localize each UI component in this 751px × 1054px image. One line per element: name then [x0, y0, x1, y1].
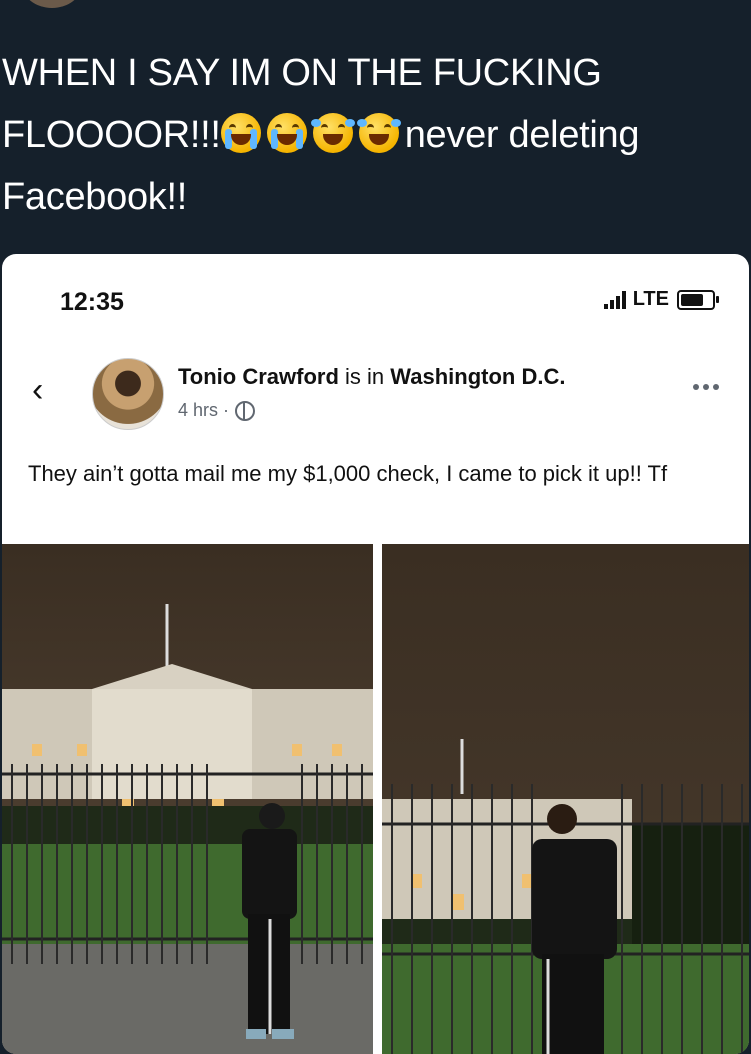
white-house-night-photo-1 — [2, 544, 373, 1054]
white-house-night-photo-2 — [382, 544, 749, 1054]
check-in-text: is in — [345, 364, 385, 389]
author-profile-picture[interactable] — [92, 358, 164, 430]
loudly-crying-face-icon — [220, 113, 261, 153]
post-meta: 4 hrs · — [178, 400, 256, 421]
status-bar-indicators: LTE — [603, 288, 719, 311]
tweet-line-2-end: never deleting — [404, 114, 640, 156]
tweet-text: WHEN I SAY IM ON THE FUCKING FLOOOOR!!! n… — [2, 42, 747, 228]
public-globe-icon — [235, 400, 256, 421]
battery-icon — [677, 289, 719, 310]
face-with-tears-of-joy-icon — [310, 113, 355, 153]
signal-strength-icon — [603, 290, 626, 309]
tweet-line-2: FLOOOOR!!! never deleting — [2, 104, 747, 166]
post-header: Tonio Crawford is in Washington D.C. — [178, 364, 565, 390]
back-button[interactable]: ‹ — [32, 373, 56, 407]
tweet-line-3: Facebook!! — [2, 176, 187, 218]
network-type: LTE — [632, 288, 669, 310]
status-bar-time: 12:35 — [60, 288, 124, 316]
face-with-tears-of-joy-icon — [356, 113, 401, 153]
check-in-location[interactable]: Washington D.C. — [390, 364, 565, 389]
author-name[interactable]: Tonio Crawford — [178, 364, 339, 389]
facebook-post-screenshot: 12:35 LTE ‹ Tonio Crawford is in Washing… — [2, 254, 749, 1054]
post-text: They ain’t gotta mail me my $1,000 check… — [28, 461, 668, 486]
loudly-crying-face-icon — [266, 113, 307, 153]
tweet-author-avatar[interactable] — [22, 0, 82, 8]
tweet-line-1: WHEN I SAY IM ON THE FUCKING — [2, 52, 602, 94]
post-age[interactable]: 4 hrs · — [178, 400, 229, 421]
post-photo-1[interactable] — [2, 544, 373, 1054]
more-options-button[interactable] — [693, 384, 719, 390]
post-photo-2[interactable] — [382, 544, 749, 1054]
tweet-line-2-start: FLOOOOR!!! — [2, 114, 221, 156]
